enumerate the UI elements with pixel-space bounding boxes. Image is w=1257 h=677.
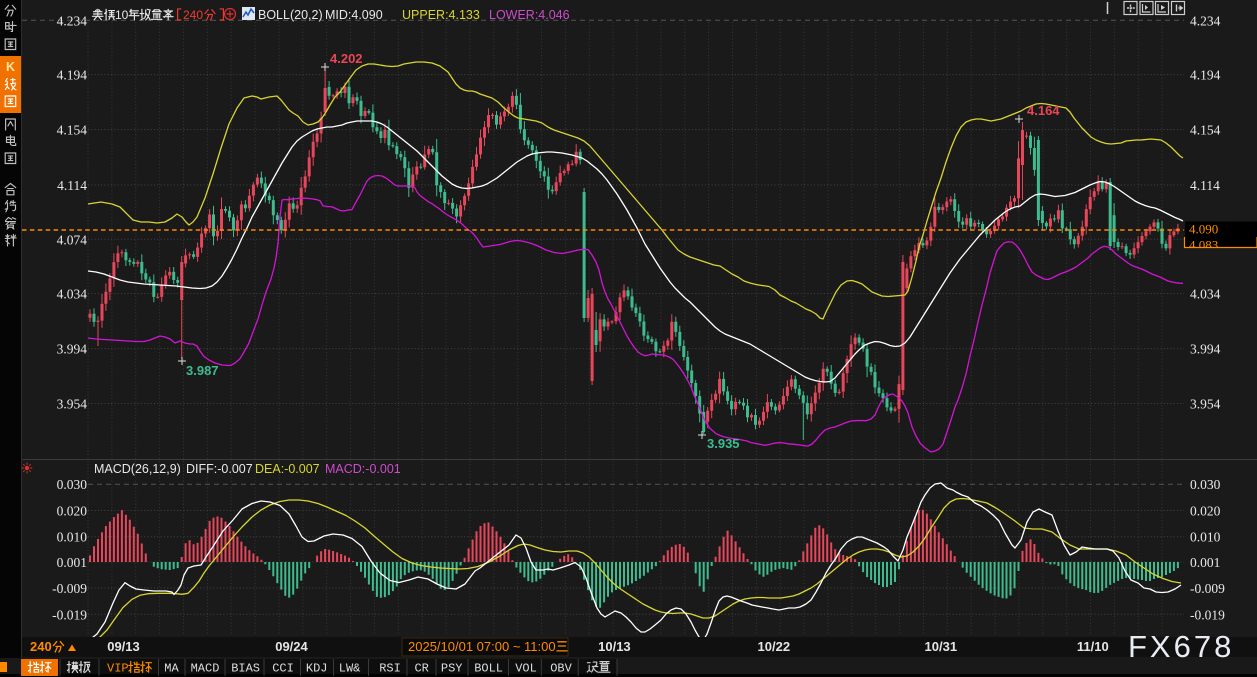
svg-text:4.234: 4.234 bbox=[1190, 13, 1221, 28]
svg-text:MACD(26,12,9): MACD(26,12,9) bbox=[94, 462, 181, 476]
svg-text:10/22: 10/22 bbox=[758, 639, 791, 654]
svg-text:0.020: 0.020 bbox=[1190, 504, 1221, 519]
svg-text:RSI: RSI bbox=[379, 662, 401, 676]
svg-text:CCI: CCI bbox=[272, 662, 294, 676]
svg-text:MACD:-0.001: MACD:-0.001 bbox=[325, 462, 401, 476]
svg-text:10: 10 bbox=[115, 8, 129, 22]
svg-text:4.194: 4.194 bbox=[57, 68, 88, 83]
svg-text:3.954: 3.954 bbox=[57, 397, 88, 412]
svg-text:-0.009: -0.009 bbox=[1190, 581, 1225, 596]
svg-text:4.234: 4.234 bbox=[57, 13, 88, 28]
svg-text:0.010: 0.010 bbox=[1190, 530, 1221, 545]
svg-text:4.164: 4.164 bbox=[1027, 103, 1060, 118]
svg-text:BOLL: BOLL bbox=[474, 662, 503, 676]
svg-text:BOLL(20,2): BOLL(20,2) bbox=[258, 8, 323, 22]
svg-text:3.987: 3.987 bbox=[186, 363, 219, 378]
svg-text:09/24: 09/24 bbox=[275, 639, 308, 654]
svg-text:4.090: 4.090 bbox=[1189, 222, 1218, 237]
svg-text:10/13: 10/13 bbox=[598, 639, 631, 654]
svg-text:OBV: OBV bbox=[550, 662, 572, 676]
svg-text:2025/10/01 07:00 ~ 11:00: 2025/10/01 07:00 ~ 11:00 bbox=[408, 639, 556, 654]
svg-text:4.034: 4.034 bbox=[1190, 287, 1221, 302]
svg-text:0.001: 0.001 bbox=[1190, 555, 1220, 570]
svg-text:3.935: 3.935 bbox=[707, 436, 740, 451]
svg-text:LOWER:4.046: LOWER:4.046 bbox=[489, 8, 570, 22]
svg-text:-0.019: -0.019 bbox=[52, 607, 87, 622]
svg-text:PSY: PSY bbox=[441, 662, 463, 676]
svg-text:0.030: 0.030 bbox=[57, 477, 88, 492]
svg-text:4.202: 4.202 bbox=[330, 51, 363, 66]
svg-text:VOL: VOL bbox=[515, 662, 537, 676]
svg-text:4.034: 4.034 bbox=[57, 287, 88, 302]
svg-text:3.994: 3.994 bbox=[57, 342, 88, 357]
svg-text:MACD: MACD bbox=[191, 662, 220, 676]
svg-text:UPPER:4.133: UPPER:4.133 bbox=[402, 8, 480, 22]
svg-text:3.994: 3.994 bbox=[1190, 342, 1221, 357]
svg-text:4.074: 4.074 bbox=[57, 232, 88, 247]
svg-text:MID:4.090: MID:4.090 bbox=[325, 8, 383, 22]
svg-text:0.010: 0.010 bbox=[57, 530, 88, 545]
svg-text:10/31: 10/31 bbox=[925, 639, 958, 654]
svg-text:4.154: 4.154 bbox=[1190, 123, 1221, 138]
svg-text:DIFF:-0.007: DIFF:-0.007 bbox=[186, 462, 253, 476]
svg-text:-0.019: -0.019 bbox=[1190, 607, 1225, 622]
svg-text:K: K bbox=[6, 60, 15, 74]
svg-text:0.020: 0.020 bbox=[57, 504, 88, 519]
svg-text:VIP: VIP bbox=[107, 662, 129, 676]
svg-text:09/13: 09/13 bbox=[107, 639, 140, 654]
svg-text:4.114: 4.114 bbox=[1190, 178, 1220, 193]
svg-text:4.114: 4.114 bbox=[57, 178, 87, 193]
svg-text:240: 240 bbox=[30, 639, 52, 654]
svg-text:DEA:-0.007: DEA:-0.007 bbox=[255, 462, 320, 476]
svg-text:0.001: 0.001 bbox=[57, 555, 87, 570]
svg-text:4.154: 4.154 bbox=[57, 123, 88, 138]
svg-text:240: 240 bbox=[183, 8, 203, 22]
svg-text:0.030: 0.030 bbox=[1190, 477, 1221, 492]
svg-text:CR: CR bbox=[414, 662, 428, 676]
svg-text:BIAS: BIAS bbox=[231, 662, 260, 676]
svg-text:11/10: 11/10 bbox=[1077, 639, 1109, 654]
svg-text:4.194: 4.194 bbox=[1190, 68, 1221, 83]
svg-text:LW&: LW& bbox=[339, 662, 361, 676]
svg-text:KDJ: KDJ bbox=[306, 662, 328, 676]
svg-text:MA: MA bbox=[164, 662, 179, 676]
svg-text:3.954: 3.954 bbox=[1190, 397, 1221, 412]
svg-text:-0.009: -0.009 bbox=[52, 581, 87, 596]
